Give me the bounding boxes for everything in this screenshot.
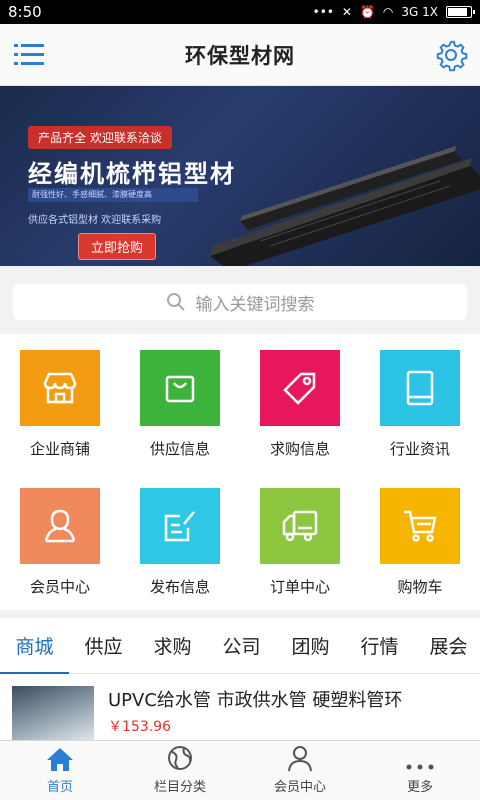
search-input[interactable]: 输入关键词搜索 xyxy=(13,284,467,320)
status-time: 8:50 xyxy=(8,3,42,21)
user-icon xyxy=(288,746,312,772)
buy-now-button[interactable]: 立即抢购 xyxy=(78,233,157,260)
product-price: ￥153.96 xyxy=(108,719,171,735)
content-tabs: 商城 供应 求购 公司 团购 行情 展会 xyxy=(0,618,480,675)
nav-label: 会员中心 xyxy=(273,780,326,795)
category-label: 会员中心 xyxy=(29,578,90,596)
category-label: 订单中心 xyxy=(269,578,330,596)
category-label: 求购信息 xyxy=(269,440,330,458)
menu-icon[interactable] xyxy=(14,41,44,69)
tablet-icon xyxy=(406,370,434,406)
price-tag-icon xyxy=(283,372,316,405)
category-grid: 企业商铺 供应信息 求购信息 行业资讯 会员中心 发布信息 订单中心 购物车 xyxy=(0,334,480,610)
nav-label: 更多 xyxy=(406,780,433,795)
wifi-icon: ◠ xyxy=(382,5,394,19)
nav-label: 栏目分类 xyxy=(153,780,206,795)
search-icon xyxy=(166,293,185,311)
shopping-bag-icon xyxy=(165,375,195,403)
category-label: 购物车 xyxy=(397,578,443,596)
category-news[interactable]: 行业资讯 xyxy=(360,334,480,472)
status-bar: 8:50 ••• ✕ ⏰ ◠ 3G 1X xyxy=(0,0,480,24)
category-shop[interactable]: 企业商铺 xyxy=(0,334,120,472)
nav-member[interactable]: 会员中心 xyxy=(240,741,360,800)
cart-icon xyxy=(404,510,437,542)
more-icon xyxy=(406,764,434,770)
home-icon xyxy=(47,748,73,771)
promo-banner[interactable]: 产品齐全 欢迎联系洽谈 经编机梳栉铝型材 耐强性好、手感细腻、漆膜硬度高 供应各… xyxy=(0,86,480,266)
banner-subtitle: 供应各式铝型材 欢迎联系采购 xyxy=(28,215,162,226)
aluminum-profile-image xyxy=(210,146,480,266)
tab-purchase[interactable]: 求购 xyxy=(138,632,207,659)
alarm-icon: ⏰ xyxy=(359,5,375,19)
nav-more[interactable]: 更多 xyxy=(360,741,480,800)
shop-icon xyxy=(43,372,77,404)
mute-icon: ✕ xyxy=(341,5,352,19)
category-orders[interactable]: 订单中心 xyxy=(240,472,360,610)
nav-home[interactable]: 首页 xyxy=(0,741,120,800)
category-label: 行业资讯 xyxy=(389,440,450,458)
category-publish[interactable]: 发布信息 xyxy=(120,472,240,610)
network-label: 3G 1X xyxy=(401,5,438,19)
bottom-nav: 首页 栏目分类 会员中心 更多 xyxy=(0,740,480,800)
product-thumbnail xyxy=(12,686,94,740)
user-icon xyxy=(44,509,76,543)
battery-icon xyxy=(446,6,475,18)
edit-icon xyxy=(164,511,195,542)
category-label: 企业商铺 xyxy=(29,440,90,458)
search-placeholder: 输入关键词搜索 xyxy=(195,294,315,315)
globe-icon xyxy=(168,746,192,770)
tab-exhibition[interactable]: 展会 xyxy=(414,632,480,659)
category-cart[interactable]: 购物车 xyxy=(360,472,480,610)
category-supply[interactable]: 供应信息 xyxy=(120,334,240,472)
tab-market[interactable]: 行情 xyxy=(345,632,414,659)
nav-categories[interactable]: 栏目分类 xyxy=(120,741,240,800)
banner-tag: 产品齐全 欢迎联系洽谈 xyxy=(28,126,172,149)
more-dots-icon: ••• xyxy=(312,5,334,19)
category-member[interactable]: 会员中心 xyxy=(0,472,120,610)
gear-icon[interactable] xyxy=(434,38,468,72)
product-list-item[interactable]: UPVC给水管 市政供水管 硬塑料管环 ￥153.96 xyxy=(0,674,480,740)
tab-company[interactable]: 公司 xyxy=(207,632,276,659)
category-label: 供应信息 xyxy=(149,440,210,458)
banner-features: 耐强性好、手感细腻、漆膜硬度高 xyxy=(28,188,198,202)
tab-group-buy[interactable]: 团购 xyxy=(276,632,345,659)
shop-tile xyxy=(20,350,100,426)
category-purchase[interactable]: 求购信息 xyxy=(240,334,360,472)
nav-label: 首页 xyxy=(46,780,73,795)
page-title: 环保型材网 xyxy=(185,43,295,68)
truck-icon xyxy=(282,510,318,542)
product-name: UPVC给水管 市政供水管 硬塑料管环 xyxy=(108,690,403,711)
tab-mall[interactable]: 商城 xyxy=(0,632,69,675)
tab-supply[interactable]: 供应 xyxy=(69,632,138,659)
category-label: 发布信息 xyxy=(149,578,210,596)
app-header: 环保型材网 xyxy=(0,24,480,86)
